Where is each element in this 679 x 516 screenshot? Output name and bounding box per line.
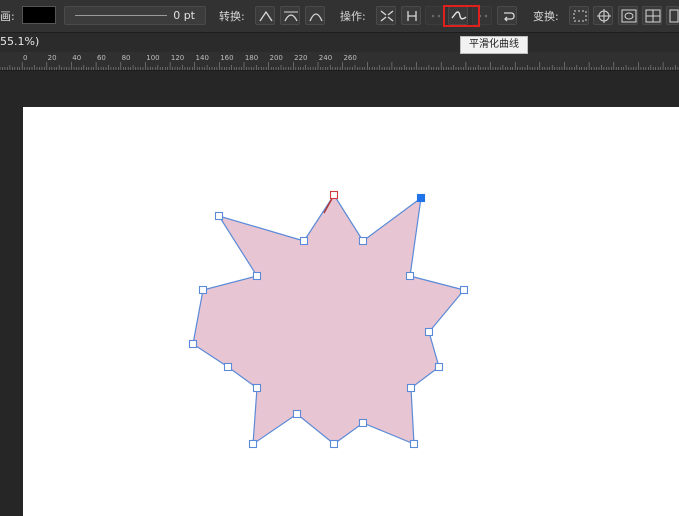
path-node[interactable]: [252, 383, 262, 393]
path-node[interactable]: [416, 193, 426, 203]
star-shape[interactable]: [192, 193, 466, 446]
path-node[interactable]: [329, 439, 339, 449]
path-node[interactable]: [329, 190, 339, 200]
path-node[interactable]: [409, 439, 419, 449]
path-node[interactable]: [248, 439, 258, 449]
path-node[interactable]: [214, 211, 224, 221]
path-node[interactable]: [459, 285, 469, 295]
path-node[interactable]: [292, 409, 302, 419]
path-node[interactable]: [434, 362, 444, 372]
path-node[interactable]: [358, 236, 368, 246]
path-node[interactable]: [223, 362, 233, 372]
path-node[interactable]: [406, 383, 416, 393]
path-node[interactable]: [188, 339, 198, 349]
path-node[interactable]: [299, 236, 309, 246]
path-node[interactable]: [358, 418, 368, 428]
path-node[interactable]: [405, 271, 415, 281]
path-node[interactable]: [252, 271, 262, 281]
path-node[interactable]: [198, 285, 208, 295]
star-shape-layer[interactable]: [0, 0, 679, 516]
path-node[interactable]: [424, 327, 434, 337]
